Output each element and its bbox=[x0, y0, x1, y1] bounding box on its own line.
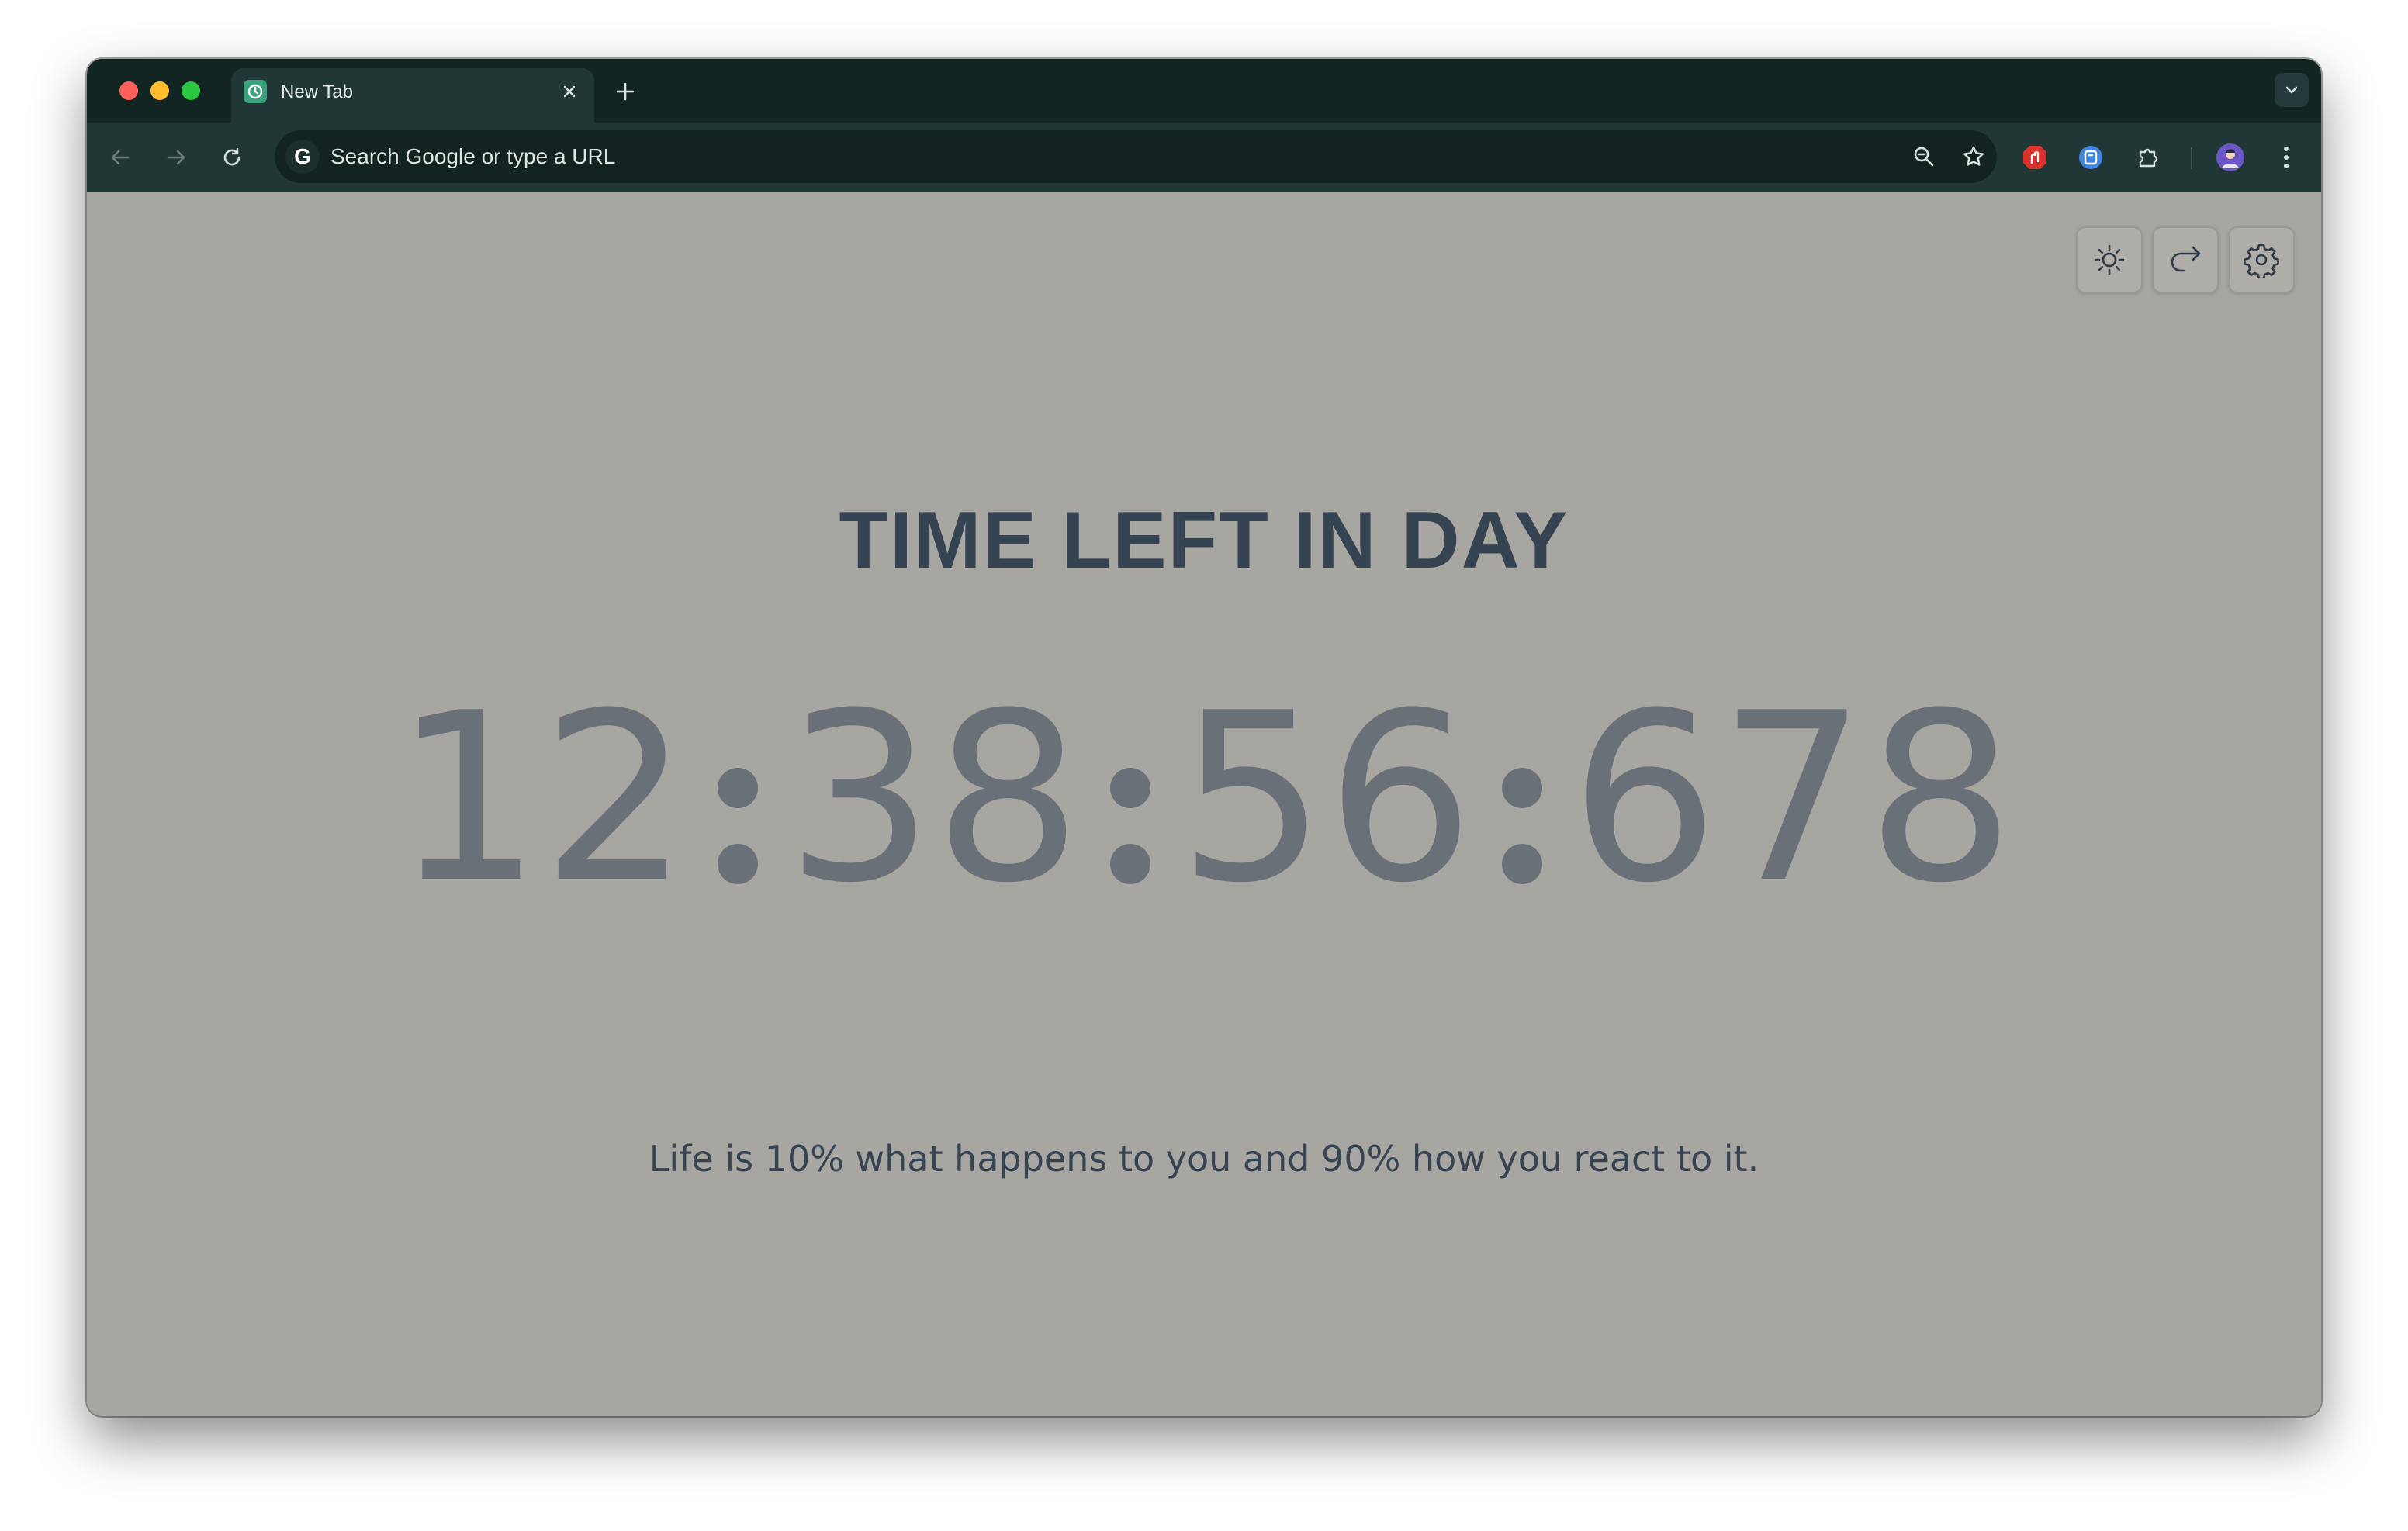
theme-toggle-sun-icon[interactable] bbox=[2076, 226, 2143, 293]
clock-icon bbox=[244, 80, 267, 103]
countdown-minutes: 38 bbox=[785, 663, 1082, 934]
countdown-milliseconds: 678 bbox=[1570, 663, 2015, 934]
google-g-icon: G bbox=[285, 140, 320, 174]
countdown-separator bbox=[1109, 768, 1150, 884]
page-title: TIME LEFT IN DAY bbox=[839, 496, 1569, 586]
tab-strip: New Tab bbox=[87, 59, 2321, 123]
adblock-extension-icon[interactable] bbox=[2017, 140, 2053, 175]
toolbar-divider bbox=[2191, 147, 2192, 169]
profile-avatar[interactable] bbox=[2213, 140, 2248, 175]
address-bar[interactable]: G Search Google or type a URL bbox=[275, 130, 1997, 183]
browser-window: New Tab G Search Google or type a URL TI… bbox=[87, 59, 2321, 1416]
tab-new-tab[interactable]: New Tab bbox=[231, 68, 594, 123]
back-arrow-icon[interactable] bbox=[102, 140, 138, 175]
tab-title: New Tab bbox=[281, 81, 353, 102]
close-window-button[interactable] bbox=[119, 81, 138, 100]
close-tab-icon[interactable] bbox=[557, 79, 582, 104]
address-bar-placeholder: Search Google or type a URL bbox=[330, 144, 616, 168]
share-arrow-icon[interactable] bbox=[2152, 226, 2219, 293]
countdown-separator bbox=[717, 768, 758, 884]
tab-search-chevron-icon[interactable] bbox=[2275, 73, 2309, 107]
zoom-icon[interactable] bbox=[1907, 140, 1941, 174]
extensions-puzzle-icon[interactable] bbox=[2130, 140, 2166, 175]
maximize-window-button[interactable] bbox=[182, 81, 200, 100]
bookmark-star-icon[interactable] bbox=[1956, 140, 1991, 174]
new-tab-page: TIME LEFT IN DAY 12 38 56 678 Life is 10… bbox=[87, 192, 2321, 1416]
forward-arrow-icon[interactable] bbox=[158, 140, 194, 175]
countdown-hours: 12 bbox=[393, 663, 690, 934]
motivational-quote: Life is 10% what happens to you and 90% … bbox=[649, 1138, 1759, 1180]
countdown-separator bbox=[1502, 768, 1543, 884]
kebab-menu-icon[interactable] bbox=[2268, 140, 2304, 175]
reload-icon[interactable] bbox=[214, 140, 250, 175]
countdown-seconds: 56 bbox=[1178, 663, 1475, 934]
settings-gear-icon[interactable] bbox=[2228, 226, 2295, 293]
countdown-timer: 12 38 56 678 bbox=[87, 663, 2321, 934]
minimize-window-button[interactable] bbox=[150, 81, 169, 100]
browser-toolbar: G Search Google or type a URL bbox=[87, 123, 2321, 192]
new-tab-plus-icon[interactable] bbox=[610, 76, 641, 107]
lastpass-extension-icon[interactable] bbox=[2073, 140, 2109, 175]
